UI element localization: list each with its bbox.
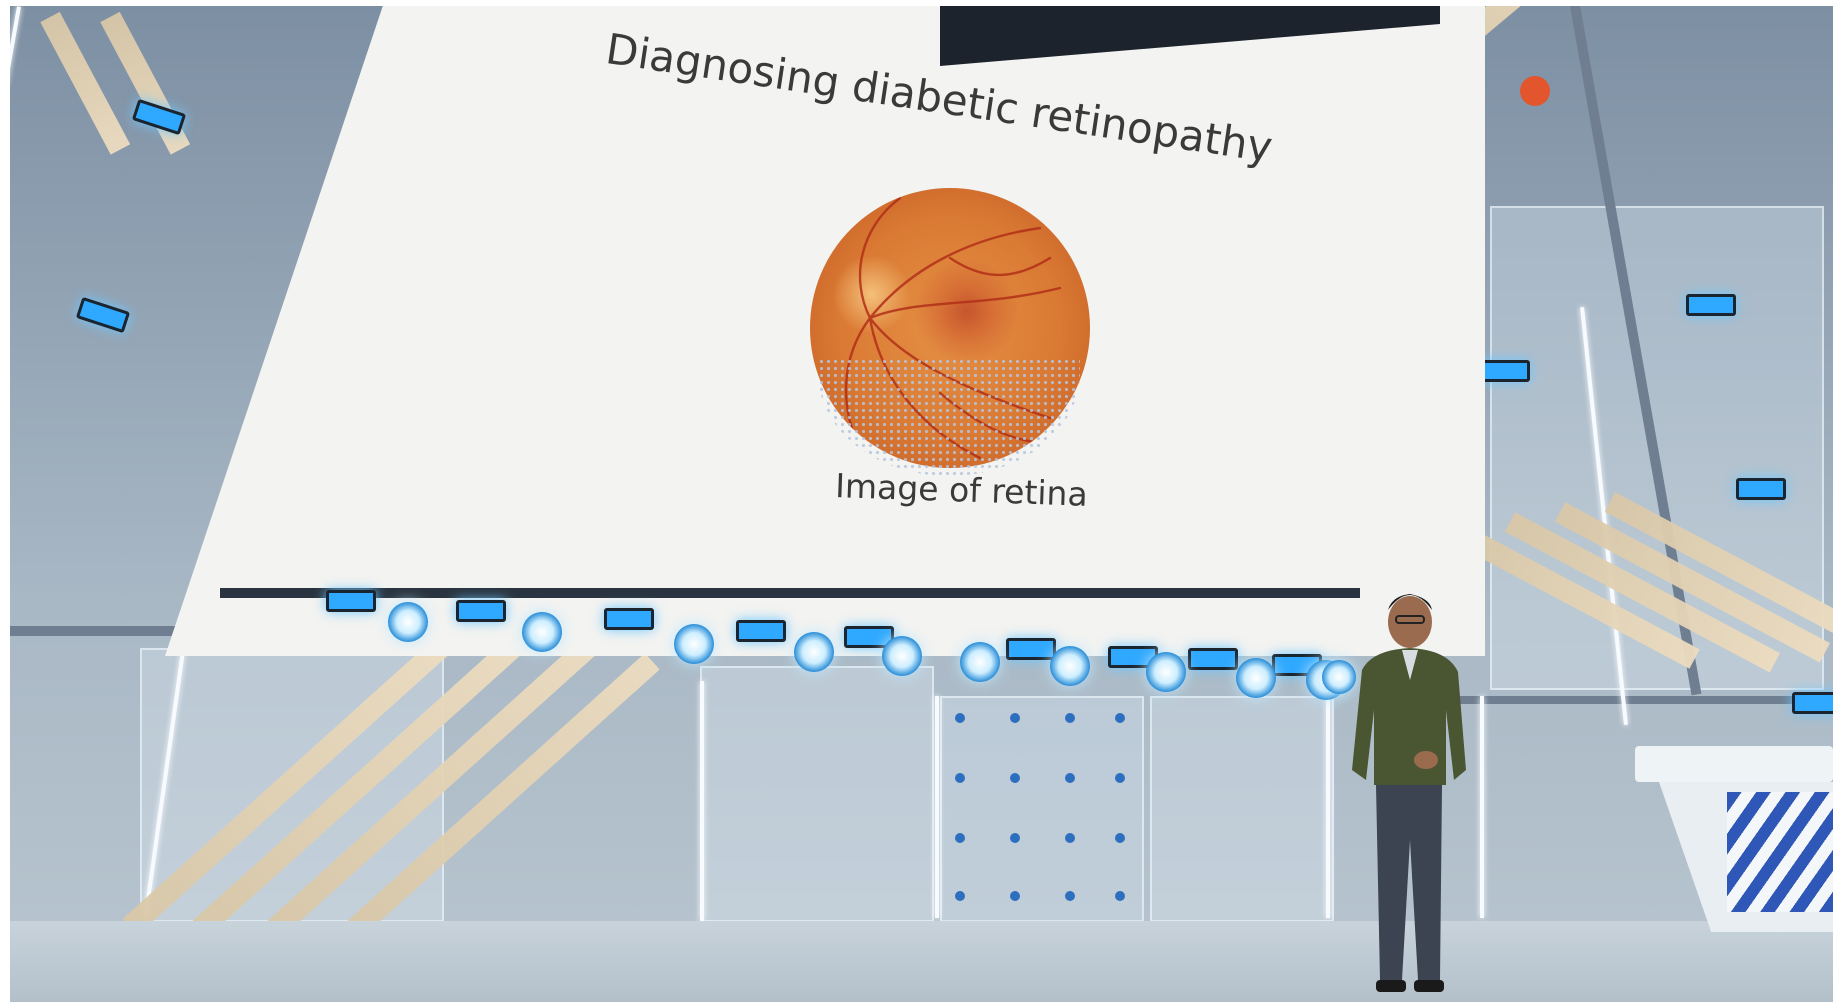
stage-spotlight	[388, 602, 428, 642]
stage-spotlight	[1236, 658, 1276, 698]
stage-light-bar	[1792, 692, 1833, 714]
podium	[1635, 746, 1833, 932]
lighting-rig-bar	[220, 588, 1360, 598]
stage-light-bar	[1736, 478, 1786, 500]
stage-light-bar	[75, 296, 131, 334]
window-dot-pattern	[955, 713, 1125, 901]
conference-stage: Diagnosing diabetic retinopathy Image of…	[10, 6, 1833, 1002]
stage-floor	[10, 921, 1833, 1002]
stage-light-bar	[1188, 648, 1238, 670]
truss-beam-right	[1450, 696, 1833, 704]
podium-top	[1635, 746, 1833, 782]
stage-light-bar	[456, 600, 506, 622]
stage-spotlight	[794, 632, 834, 672]
light-riser	[1480, 696, 1484, 918]
stage-spotlight	[674, 624, 714, 664]
stage-spotlight	[960, 642, 1000, 682]
light-riser	[1326, 696, 1330, 918]
stage-light-bar	[1480, 360, 1530, 382]
stage-light-bar	[326, 590, 376, 612]
stage-spotlight	[1050, 646, 1090, 686]
speaker-person	[1352, 594, 1466, 992]
wall-panel-center	[700, 666, 934, 922]
stage-light-bar	[1006, 638, 1056, 660]
light-riser	[10, 6, 21, 86]
light-riser	[935, 696, 939, 918]
orange-speaker	[1520, 76, 1550, 106]
stage-light-bar	[604, 608, 654, 630]
podium-stripes	[1727, 792, 1833, 912]
stage-spotlight	[882, 636, 922, 676]
stage-spotlight	[1146, 652, 1186, 692]
stage-light-bar	[736, 620, 786, 642]
stage-spotlight	[522, 612, 562, 652]
wall-panel-right	[1150, 696, 1334, 922]
stage-light-bar	[1686, 294, 1736, 316]
light-riser	[700, 681, 704, 921]
